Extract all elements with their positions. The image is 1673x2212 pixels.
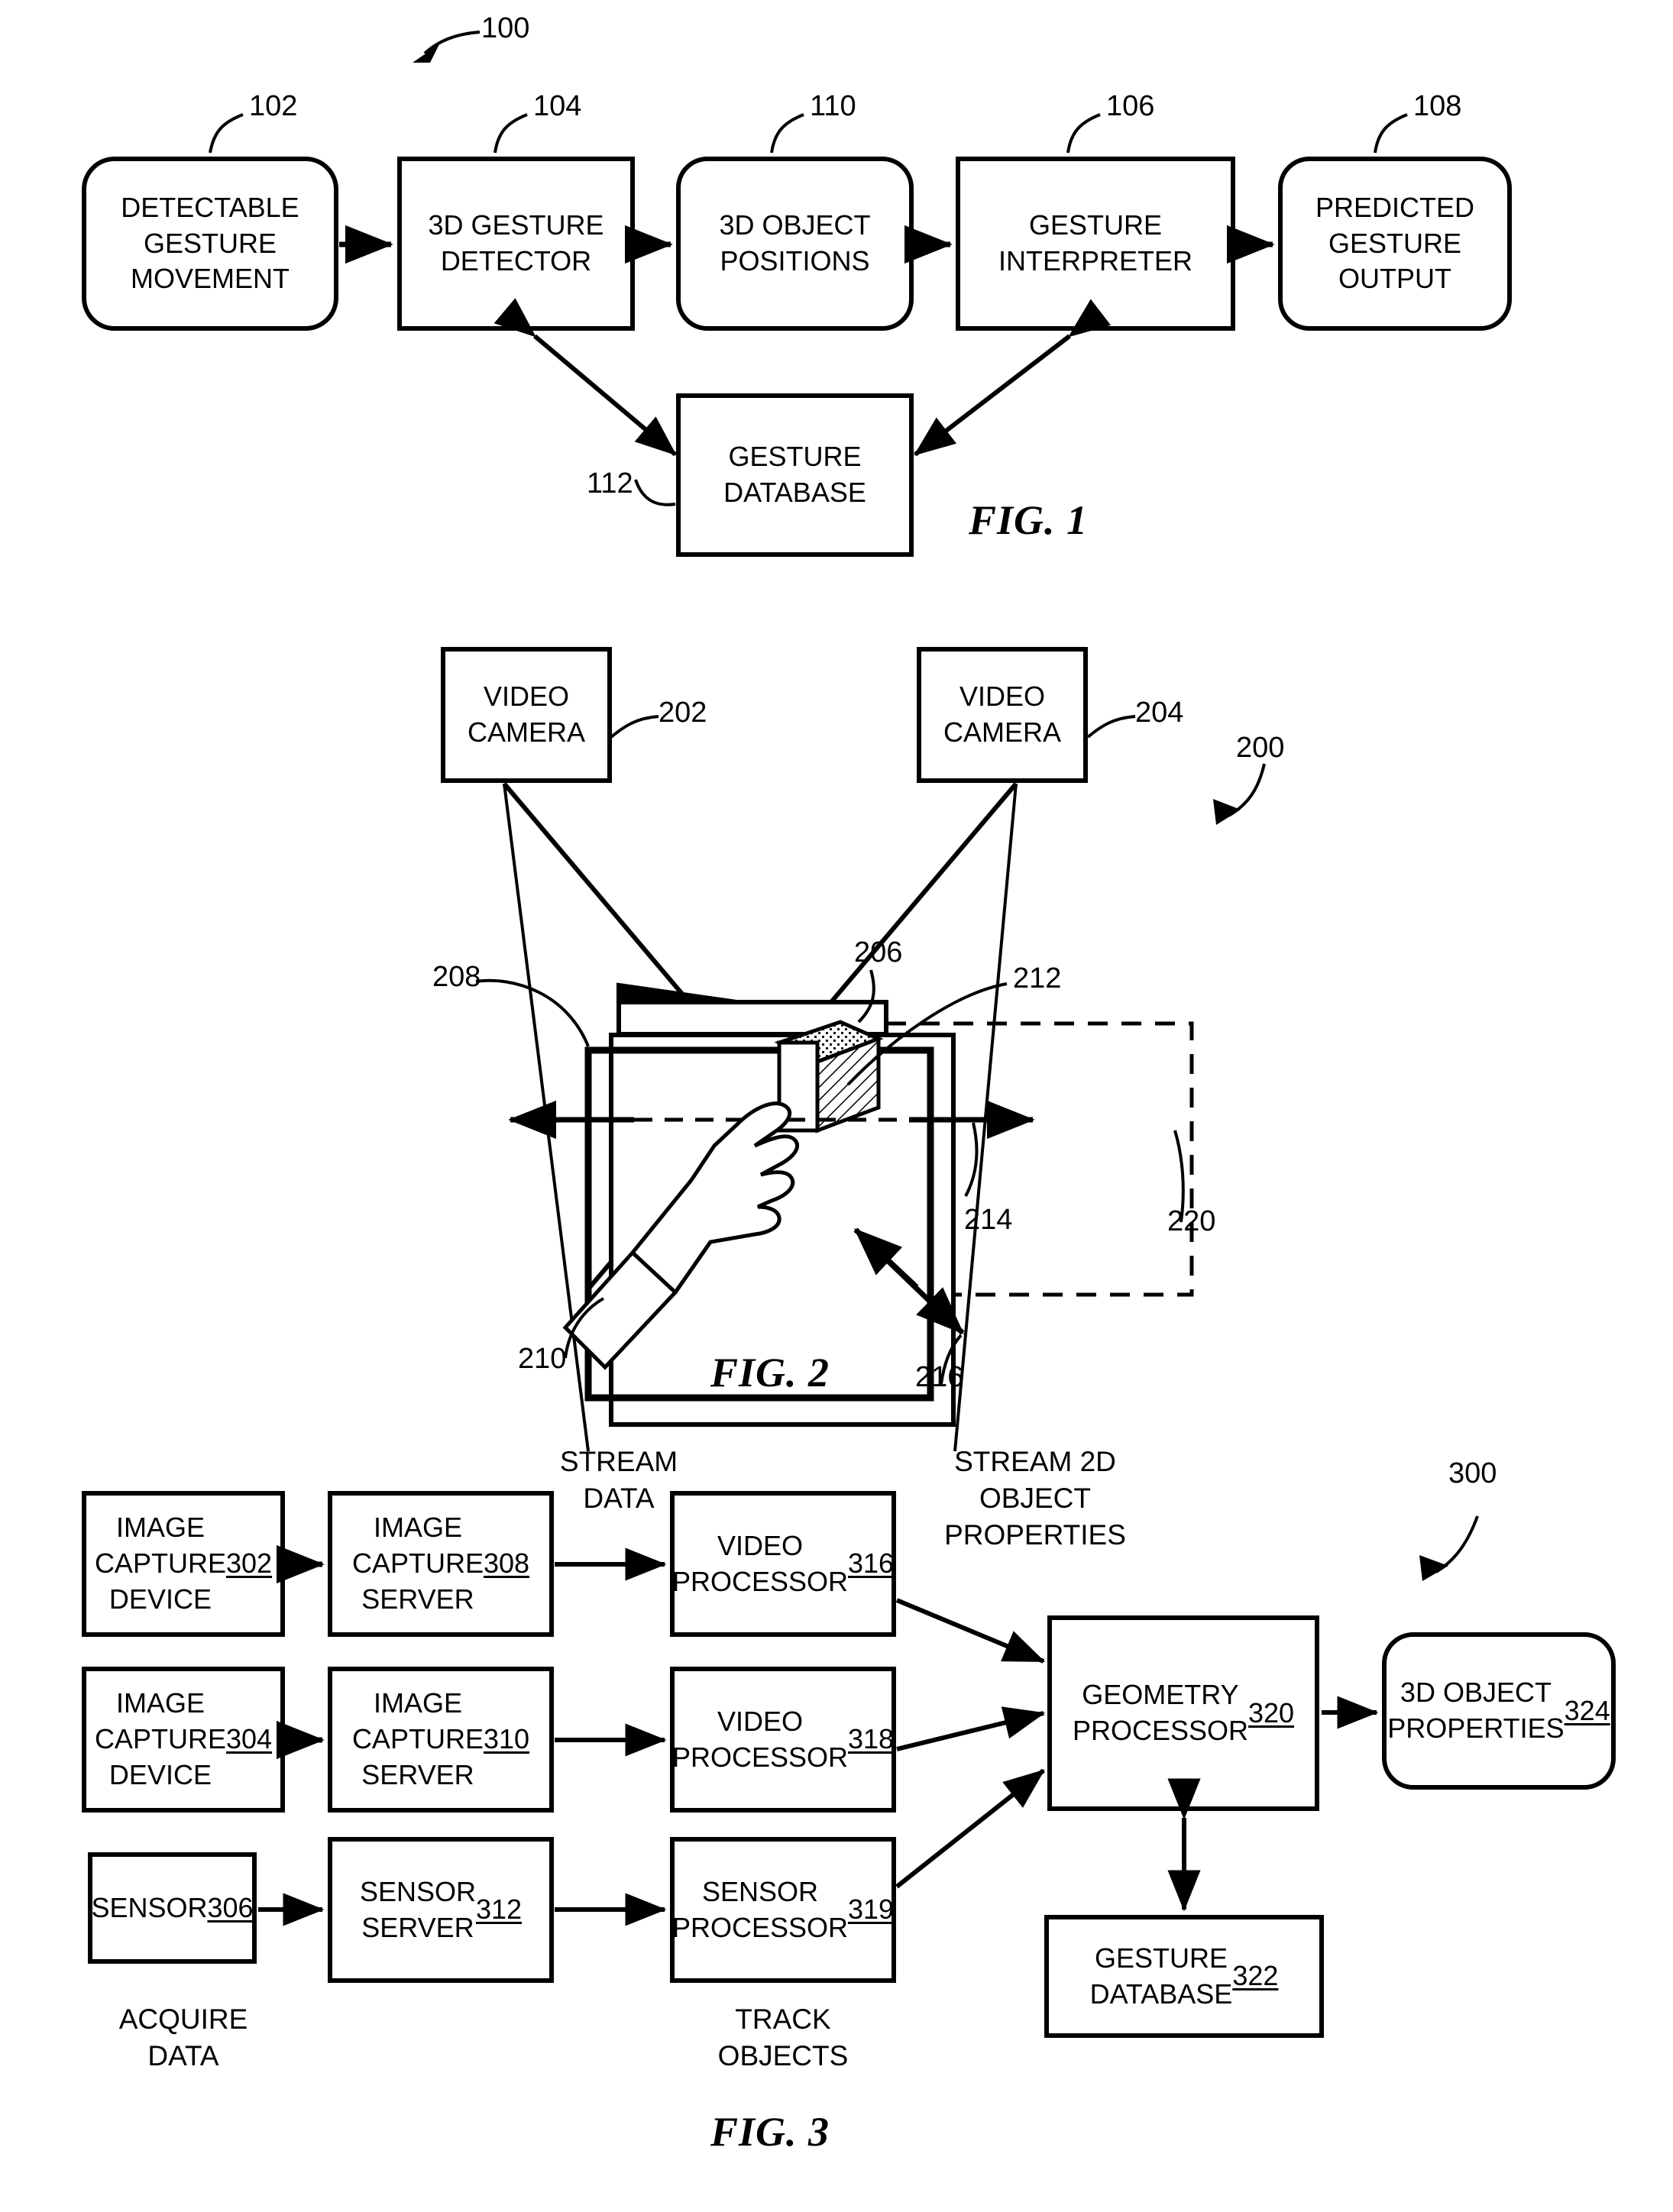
fig3-ref-312: 312 [475,1893,523,1926]
fig1-ref-106: 106 [1106,90,1155,122]
fig3-label-310: IMAGE CAPTURE SERVER 310 [330,1669,552,1810]
fig2-label-202: VIDEO CAMERA [467,681,586,748]
fig3-label-319: SENSOR PROCESSOR 319 [672,1839,894,1981]
fig3-ref-318: 318 [847,1723,895,1755]
fig3-label-312: SENSOR SERVER 312 [330,1839,552,1981]
fig2-ref-204: 204 [1135,697,1184,729]
fig2-ref-208: 208 [432,961,481,993]
fig3-label-302: IMAGE CAPTURE DEVICE 302 [84,1493,283,1635]
fig3-label-302-text: IMAGE CAPTURE DEVICE [94,1512,226,1615]
fig3-flow-track-objects: TRACK OBJECTS [717,2003,849,2072]
fig3-ref-304: 304 [225,1723,273,1755]
fig3-label-318-text: VIDEO PROCESSOR [671,1705,848,1773]
fig3-label-304: IMAGE CAPTURE DEVICE 304 [84,1669,283,1810]
fig3-label-306-text: SENSOR [91,1891,208,1923]
fig3-ref-316: 316 [847,1547,895,1580]
fig1-ref-104: 104 [533,90,582,122]
fig2-ref-210: 210 [518,1343,567,1375]
fig1-label-104: 3D GESTURE DETECTOR [428,209,604,276]
fig3-label-318: VIDEO PROCESSOR 318 [672,1669,894,1810]
fig1-ref-112: 112 [587,467,633,500]
patent-drawing-sheet: 100 102 104 110 106 108 112 DETECTABLE G… [0,0,1673,2212]
fig1-label-110: 3D OBJECT POSITIONS [719,209,871,276]
fig2-ref-216: 216 [915,1361,964,1393]
fig3-label-308-text: IMAGE CAPTURE SERVER [351,1512,484,1615]
fig1-ref-108: 108 [1413,90,1462,122]
fig1-label-112: GESTURE DATABASE [723,441,866,508]
fig3-ref-324: 324 [1564,1694,1610,1726]
fig2-ref-214: 214 [964,1204,1013,1236]
fig2-label-204: VIDEO CAMERA [943,681,1062,748]
fig3-label-319-text: SENSOR PROCESSOR [671,1875,848,1943]
fig3-label-320-text: GEOMETRY PROCESSOR [1072,1679,1248,1746]
fig3-label-322-text: GESTURE DATABASE [1089,1942,1233,2010]
fig3-label-324-text: 3D OBJECT PROPERTIES [1387,1677,1565,1744]
fig3-label-316-text: VIDEO PROCESSOR [671,1529,848,1597]
fig3-ref-320: 320 [1247,1696,1295,1729]
fig1-label-108: PREDICTED GESTURE OUTPUT [1315,191,1475,295]
fig3-ref-302: 302 [225,1547,273,1580]
fig1-ref-110: 110 [810,90,856,122]
fig3-label-324: 3D OBJECT PROPERTIES 324 [1384,1635,1613,1787]
fig3-label-322: GESTURE DATABASE 322 [1047,1917,1322,2036]
fig3-label-316: VIDEO PROCESSOR 316 [672,1493,894,1635]
fig3-label-304-text: IMAGE CAPTURE DEVICE [94,1687,226,1790]
fig3-ref-310: 310 [483,1723,530,1755]
fig3-label-310-text: IMAGE CAPTURE SERVER [351,1687,484,1790]
fig2-ref-202: 202 [659,697,707,729]
fig3-ref-308: 308 [483,1547,530,1580]
fig1-caption: FIG. 1 [969,497,1089,543]
fig3-caption: FIG. 3 [710,2109,830,2155]
fig3-label-320: GEOMETRY PROCESSOR 320 [1050,1618,1317,1809]
fig3-ref-322: 322 [1232,1960,1279,1992]
fig3-ref-306: 306 [207,1891,254,1923]
fig2-virtual-object [774,1020,884,1133]
fig2-ref-220: 220 [1167,1205,1216,1237]
fig3-label-312-text: SENSOR SERVER [359,1875,476,1943]
fig1-label-102: DETECTABLE GESTURE MOVEMENT [121,191,299,295]
fig3-label-308: IMAGE CAPTURE SERVER 308 [330,1493,552,1635]
fig3-ref-300: 300 [1448,1457,1497,1489]
fig3-ref-319: 319 [847,1893,895,1926]
fig3-flow-acquire-data: ACQUIRE DATA [118,2003,248,2072]
fig2-ref-212: 212 [1013,962,1062,994]
fig1-label-106: GESTURE INTERPRETER [998,209,1193,276]
fig3-label-306: SENSOR 306 [90,1855,254,1961]
fig2-ref-200: 200 [1236,732,1285,764]
fig2-ref-206: 206 [854,936,903,969]
fig3-flow-stream-2d: STREAM 2D OBJECT PROPERTIES [944,1446,1126,1551]
fig2-caption: FIG. 2 [710,1350,830,1395]
fig1-ref-100: 100 [481,12,530,44]
fig1-ref-102: 102 [249,90,298,122]
